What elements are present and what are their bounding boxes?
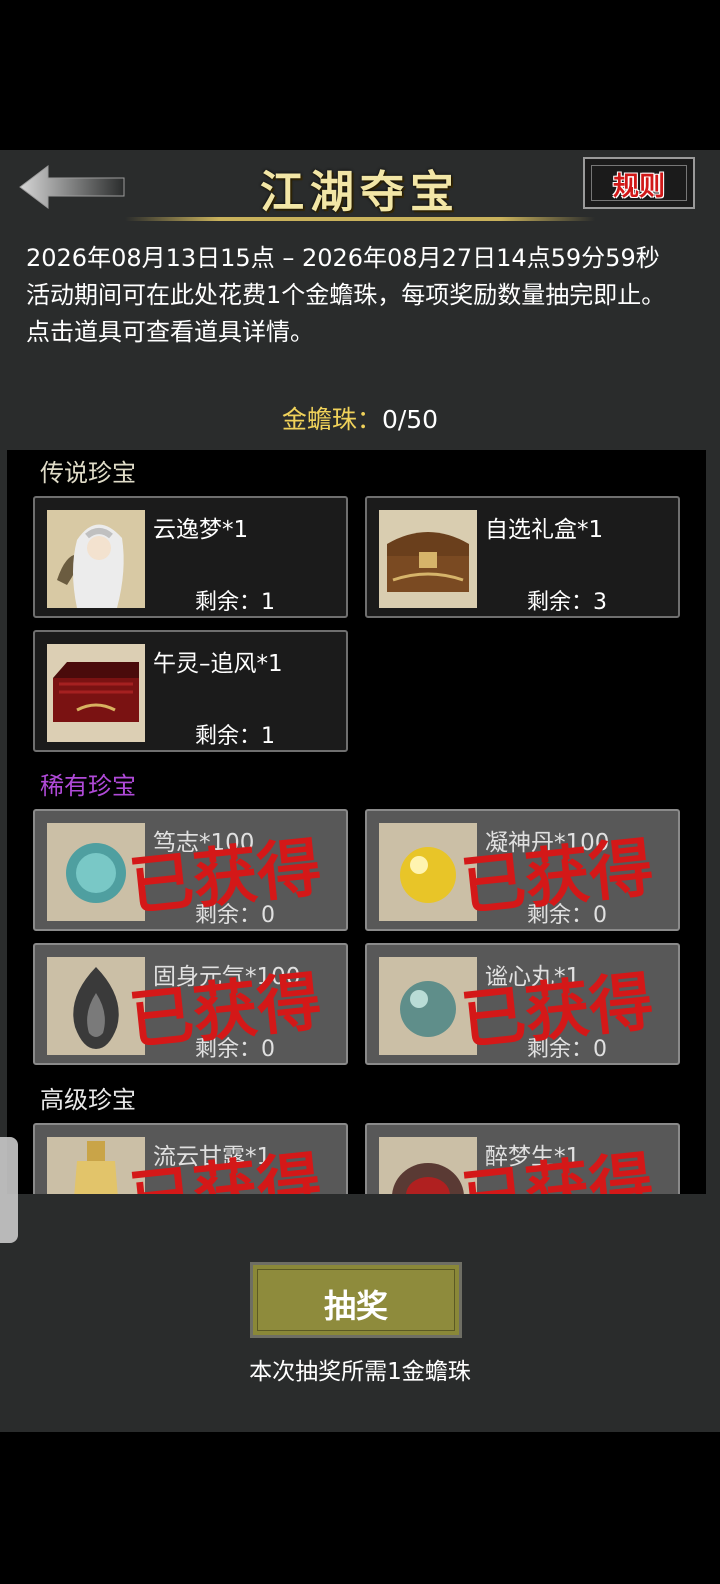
prize-name: 凝神丹*100 <box>485 830 610 856</box>
section-title-advanced: 高级珍宝 <box>40 1086 136 1114</box>
draw-cost-note: 本次抽奖所需1金蟾珠 <box>249 1359 471 1385</box>
prize-card[interactable]: 午灵–追风*1 剩余：1 <box>33 630 348 752</box>
teal-pearl-icon <box>379 957 477 1055</box>
currency-counter: 金蟾珠：0/50 <box>0 400 720 436</box>
section-title-rare: 稀有珍宝 <box>40 772 136 800</box>
prize-remaining: 剩余：1 <box>195 590 275 615</box>
flame-icon <box>47 957 145 1055</box>
prize-card[interactable]: 云逸梦*1 剩余：1 <box>33 496 348 618</box>
prize-remaining: 剩余：0 <box>527 1037 607 1062</box>
prize-remaining: 剩余：1 <box>195 724 275 749</box>
currency-label: 金蟾珠： <box>281 405 382 434</box>
yellow-pearl-icon <box>379 823 477 921</box>
red-box-icon <box>47 644 145 742</box>
prize-card[interactable]: 流云甘露*1 已获得 <box>33 1123 348 1194</box>
rules-button[interactable]: 规则 <box>583 157 695 209</box>
prize-card[interactable]: 笃志*100 剩余：0 已获得 <box>33 809 348 931</box>
prize-remaining: 剩余：0 <box>527 903 607 928</box>
blue-orb-icon <box>47 823 145 921</box>
prize-name: 醉梦生*1 <box>485 1144 581 1170</box>
section-title-legendary: 传说珍宝 <box>40 459 136 487</box>
prize-name: 自选礼盒*1 <box>485 517 604 543</box>
event-description: 活动期间可在此处花费1个金蟾珠，每项奖励数量抽完即止。 <box>26 281 666 309</box>
portrait-woman-icon <box>47 510 145 608</box>
prize-remaining: 剩余：3 <box>527 590 607 615</box>
prize-card[interactable]: 自选礼盒*1 剩余：3 <box>365 496 680 618</box>
gourd-bottle-icon <box>47 1137 145 1194</box>
prize-card[interactable]: 凝神丹*100 剩余：0 已获得 <box>365 809 680 931</box>
side-drawer-handle[interactable] <box>0 1137 18 1243</box>
event-period: 2026年08月13日15点 – 2026年08月27日14点59分59秒 <box>26 244 660 272</box>
currency-value: 0/50 <box>381 405 439 434</box>
prize-name: 固身元气*100 <box>153 964 301 990</box>
prize-name: 云逸梦*1 <box>153 517 249 543</box>
treasure-chest-icon <box>379 510 477 608</box>
prize-remaining: 剩余：0 <box>195 903 275 928</box>
prize-card[interactable]: 谧心丸*1 剩余：0 已获得 <box>365 943 680 1065</box>
prize-name: 流云甘露*1 <box>153 1144 272 1170</box>
prize-name: 午灵–追风*1 <box>153 651 283 677</box>
prize-remaining: 剩余：0 <box>195 1037 275 1062</box>
event-info: 2026年08月13日15点 – 2026年08月27日14点59分59秒 活动… <box>26 240 698 351</box>
prize-card[interactable]: 固身元气*100 剩余：0 已获得 <box>33 943 348 1065</box>
draw-button-label: 抽奖 <box>323 1287 388 1325</box>
prize-name: 笃志*100 <box>153 830 255 856</box>
draw-button[interactable]: 抽奖 <box>250 1262 462 1338</box>
prize-card[interactable]: 醉梦生*1 已获得 <box>365 1123 680 1194</box>
prize-name: 谧心丸*1 <box>485 964 581 990</box>
wine-jar-icon <box>379 1137 477 1194</box>
title-divider <box>125 217 595 221</box>
prize-list[interactable]: 传说珍宝 云逸梦*1 剩余：1 自选礼盒*1 剩余：3 午灵–追风*1 剩余：1… <box>7 450 706 1194</box>
rules-label: 规则 <box>612 172 665 202</box>
event-hint: 点击道具可查看道具详情。 <box>26 318 314 346</box>
